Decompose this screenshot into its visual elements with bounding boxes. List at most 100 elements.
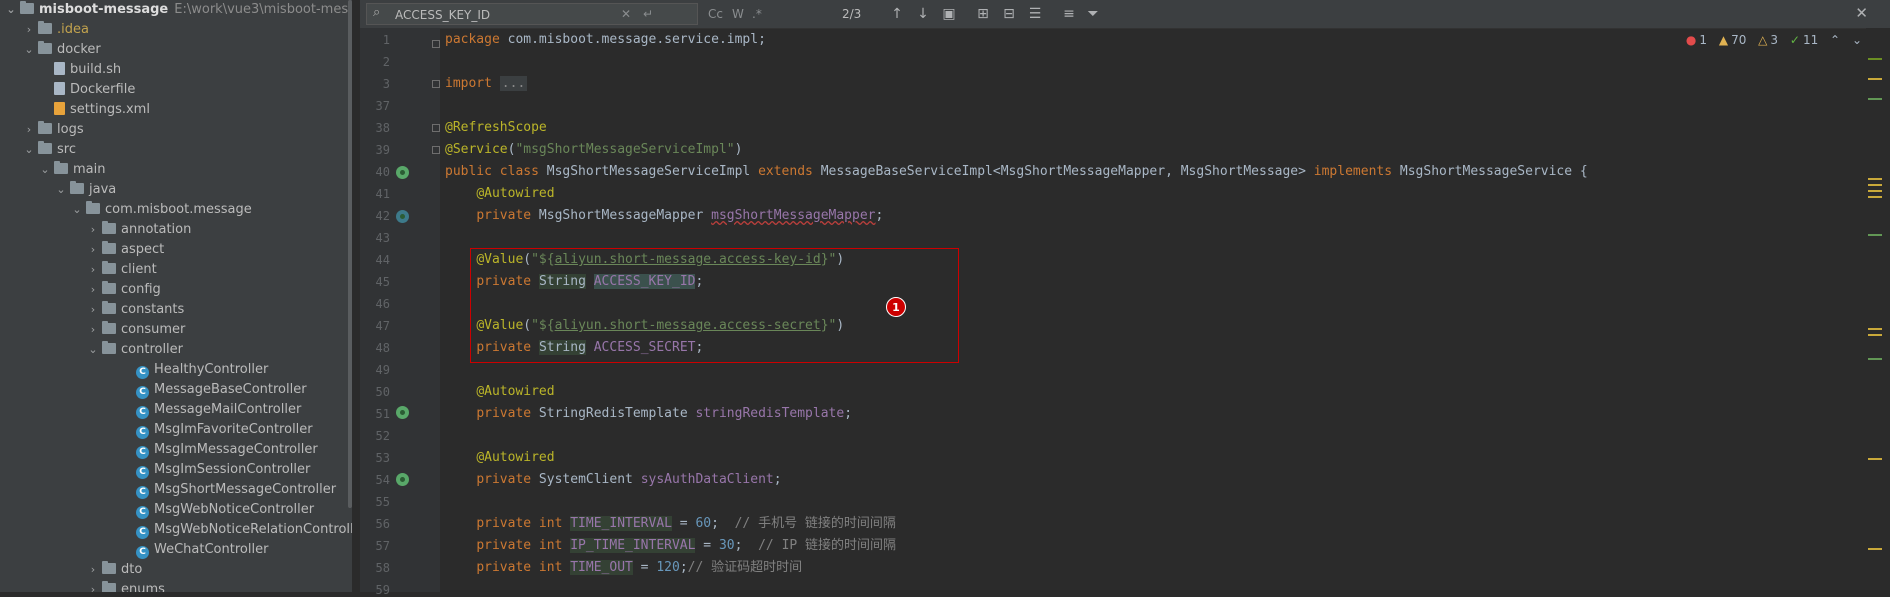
stripe-mark[interactable] [1868,58,1882,60]
fold-marker[interactable] [432,124,440,132]
regex-toggle[interactable]: .* [752,4,762,24]
stripe-mark[interactable] [1868,78,1882,80]
fold-marker[interactable] [432,146,440,154]
fold-marker[interactable] [432,80,440,88]
match-case-toggle[interactable]: Cc [708,4,723,24]
stripe-mark[interactable] [1868,234,1882,236]
tree-item[interactable]: › constants [86,300,184,320]
open-in-window-icon[interactable]: ▣ [940,5,958,23]
tree-item[interactable]: › consumer [86,320,185,340]
tree-item[interactable]: ⌄ src [22,140,76,160]
filter-settings-icon[interactable]: ≡ [1060,5,1078,23]
chevron-right-icon[interactable]: › [86,220,100,240]
class-icon: C [136,426,149,439]
chevron-down-icon[interactable]: ⌄ [70,200,84,220]
words-toggle[interactable]: W [732,4,744,24]
code-line: public class MsgShortMessageServiceImpl … [445,164,1588,179]
tree-item[interactable]: ⌄ main [38,160,105,180]
tree-item[interactable]: C MessageMailController [120,400,301,420]
chevron-right-icon[interactable]: › [86,240,100,260]
find-bar: ⌕ ✕ ↵ Cc W .* 2/3 ↑ ↓ ▣ ⊞ ⊟ ☰ ≡ ⏷ ✕ [360,0,1890,29]
tree-item[interactable]: › logs [22,120,84,140]
find-input[interactable] [393,5,617,25]
tree-item[interactable]: › config [86,280,161,300]
tree-item-label: WeChatController [154,542,269,557]
chevron-down-icon[interactable]: ⌄ [22,40,36,60]
select-all-occurrences-icon[interactable]: ☰ [1026,5,1044,23]
tree-item[interactable]: › aspect [86,240,164,260]
new-line-icon[interactable]: ↵ [643,4,653,24]
close-find-icon[interactable]: ✕ [1855,4,1868,22]
line-number: 43 [375,231,390,245]
stripe-mark[interactable] [1868,98,1882,100]
stripe-mark[interactable] [1868,178,1882,180]
chevron-down-icon[interactable]: ⌄ [86,340,100,360]
remove-occurrence-icon[interactable]: ⊟ [1000,5,1018,23]
tree-item[interactable]: Dockerfile [38,80,135,100]
chevron-right-icon[interactable]: › [22,120,36,140]
stripe-mark[interactable] [1868,548,1882,550]
chevron-right-icon[interactable]: › [86,280,100,300]
chevron-right-icon[interactable]: › [22,20,36,40]
stripe-mark[interactable] [1868,196,1882,198]
tree-item[interactable]: C MsgWebNoticeController [120,500,314,520]
folder-icon [54,161,68,174]
tree-item[interactable]: settings.xml [38,100,150,120]
arrow-up-icon[interactable]: ↑ [888,5,906,23]
stripe-mark[interactable] [1868,328,1882,330]
stripe-mark[interactable] [1868,358,1882,360]
tree-item[interactable]: C MsgShortMessageController [120,480,336,500]
chevron-up-icon[interactable]: ⌃ [1830,33,1840,47]
tree-item[interactable]: › annotation [86,220,191,240]
chevron-right-icon[interactable]: › [86,560,100,580]
folded-imports[interactable]: ... [499,76,528,91]
chevron-down-icon[interactable]: ⌄ [54,180,68,200]
arrow-down-icon[interactable]: ↓ [914,5,932,23]
tree-item[interactable]: › client [86,260,157,280]
tree-item[interactable]: C HealthyController [120,360,268,380]
tree-item-label: docker [57,42,101,57]
project-root[interactable]: ⌄ misboot-message E:\work\vue3\misboot-mes… [4,0,352,20]
chevron-right-icon[interactable]: › [86,580,100,592]
tree-item[interactable]: C MsgImMessageController [120,440,318,460]
tree-item[interactable]: C MsgImSessionController [120,460,310,480]
chevron-right-icon[interactable]: › [86,320,100,340]
add-occurrence-icon[interactable]: ⊞ [974,5,992,23]
code-line: private int IP_TIME_INTERVAL = 30; // IP… [476,538,897,553]
stripe-mark[interactable] [1868,190,1882,192]
bean-gutter-icon[interactable] [396,473,409,486]
chevron-down-icon[interactable]: ⌄ [22,140,36,160]
tree-item[interactable]: C WeChatController [120,540,268,560]
tree-item[interactable]: ⌄ docker [22,40,101,60]
bean-gutter-icon[interactable] [396,406,409,419]
tree-item[interactable]: ⌄ com.misboot.message [70,200,252,220]
tree-item[interactable]: build.sh [38,60,121,80]
tree-item[interactable]: C MessageBaseController [120,380,307,400]
line-number: 38 [375,121,390,135]
tree-item[interactable]: › .idea [22,20,89,40]
line-number: 59 [375,583,390,597]
sidebar-scrollbar[interactable] [348,0,352,508]
find-search-box[interactable]: ⌕ ✕ ↵ [366,3,698,25]
chevron-right-icon[interactable]: › [86,260,100,280]
stripe-mark[interactable] [1868,334,1882,336]
chevron-down-icon[interactable]: ⌄ [4,0,18,20]
tree-item[interactable]: ⌄ controller [86,340,183,360]
clear-icon[interactable]: ✕ [621,4,631,24]
fold-marker[interactable] [432,40,440,48]
tree-item[interactable]: › dto [86,560,142,580]
tree-item[interactable]: C MsgWebNoticeRelationController [120,520,352,540]
chevron-down-icon[interactable]: ⌄ [1852,33,1862,47]
error-stripe[interactable] [1866,28,1890,592]
chevron-down-icon[interactable]: ⌄ [38,160,52,180]
bean-gutter-icon[interactable] [396,166,409,179]
tree-item[interactable]: C MsgImFavoriteController [120,420,313,440]
navigate-gutter-icon[interactable] [396,210,409,223]
filter-icon[interactable]: ⏷ [1084,5,1102,23]
chevron-right-icon[interactable]: › [86,300,100,320]
tree-item[interactable]: › enums [86,580,165,592]
tree-item[interactable]: ⌄ java [54,180,116,200]
stripe-mark[interactable] [1868,458,1882,460]
inspection-widget[interactable]: ● 1 ▲ 70 △ 3 ✓ 11 ⌃ ⌄ [1678,33,1862,47]
stripe-mark[interactable] [1868,184,1882,186]
